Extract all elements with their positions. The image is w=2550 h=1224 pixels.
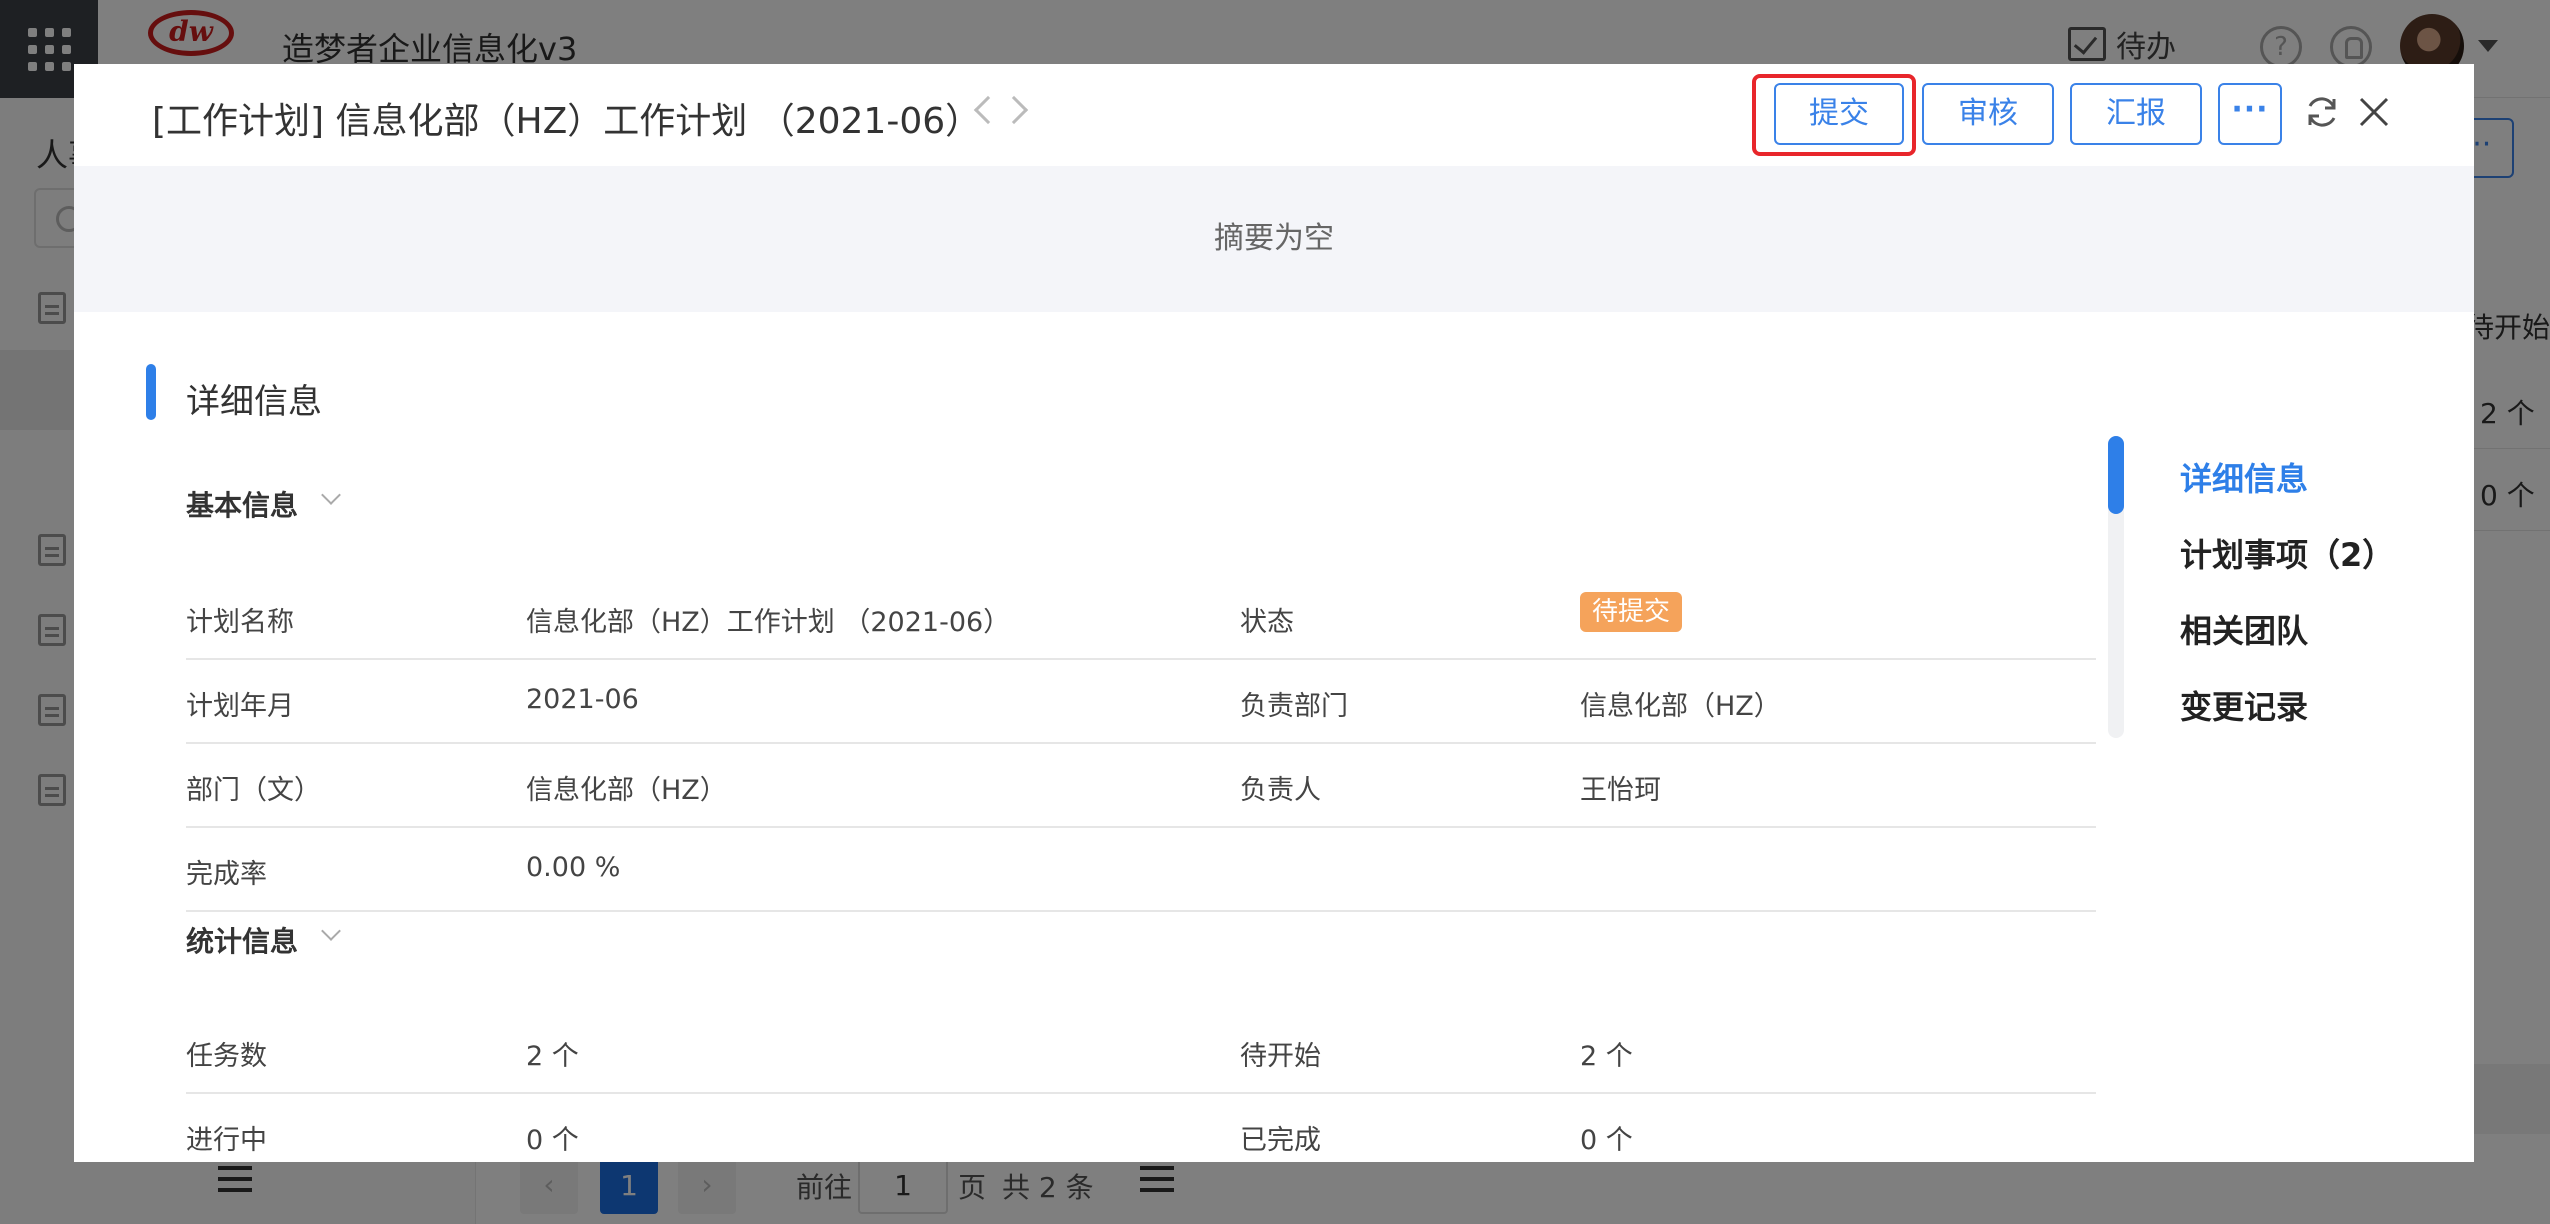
field-value: 2 个 — [1580, 1041, 1633, 1072]
review-button[interactable]: 审核 — [1922, 83, 2054, 145]
field-label: 完成率 — [186, 859, 267, 890]
chevron-right-icon[interactable] — [999, 95, 1029, 125]
table-row: 计划名称 信息化部（HZ）工作计划 （2021-06） 状态 待提交 — [186, 576, 2096, 660]
close-icon[interactable] — [2356, 94, 2392, 130]
field-label: 计划年月 — [186, 691, 294, 722]
field-label: 待开始 — [1240, 1041, 1321, 1072]
field-value: 信息化部（HZ）工作计划 （2021-06） — [526, 607, 1011, 638]
refresh-icon[interactable] — [2304, 94, 2340, 130]
field-label: 负责部门 — [1240, 691, 1348, 722]
field-value: 2021-06 — [526, 684, 639, 715]
field-label: 计划名称 — [186, 607, 294, 638]
field-value: 信息化部（HZ） — [526, 775, 727, 806]
anchor-plan-items[interactable]: 计划事项（2） — [2180, 530, 2394, 576]
field-value: 0 个 — [526, 1125, 579, 1156]
status-badge: 待提交 — [1580, 592, 1683, 632]
anchor-detail-info[interactable]: 详细信息 — [2180, 454, 2308, 500]
field-value: 0.00 % — [526, 852, 621, 883]
stats-info-title[interactable]: 统计信息 — [186, 920, 298, 960]
summary-text: 摘要为空 — [74, 166, 2474, 312]
modal-header: [工作计划] 信息化部（HZ）工作计划 （2021-06） 提交 审核 汇报 ·… — [74, 64, 2474, 166]
table-row: 部门（文） 信息化部（HZ） 负责人 王怡珂 — [186, 744, 2096, 828]
table-row: 计划年月 2021-06 负责部门 信息化部（HZ） — [186, 660, 2096, 744]
field-value: 王怡珂 — [1580, 775, 1661, 806]
plan-detail-modal: [工作计划] 信息化部（HZ）工作计划 （2021-06） 提交 审核 汇报 ·… — [74, 64, 2474, 1162]
table-row: 任务数 2 个 待开始 2 个 — [186, 1010, 2096, 1094]
field-label: 状态 — [1240, 607, 1294, 638]
anchor-indicator — [2108, 436, 2124, 514]
field-value: 0 个 — [1580, 1125, 1633, 1156]
section-marker — [146, 364, 156, 420]
anchor-change-log[interactable]: 变更记录 — [2180, 682, 2308, 728]
modal-title: [工作计划] 信息化部（HZ）工作计划 （2021-06） — [152, 101, 982, 142]
more-button[interactable]: ··· — [2218, 83, 2282, 145]
chevron-down-icon[interactable] — [321, 485, 341, 505]
field-value: 2 个 — [526, 1041, 579, 1072]
table-row: 完成率 0.00 % — [186, 828, 2096, 912]
field-label: 进行中 — [186, 1125, 267, 1156]
report-button[interactable]: 汇报 — [2070, 83, 2202, 145]
highlight-box — [1752, 74, 1916, 156]
field-label: 已完成 — [1240, 1125, 1321, 1156]
field-label: 部门（文） — [186, 775, 321, 806]
basic-info-title[interactable]: 基本信息 — [186, 484, 298, 524]
anchor-related-team[interactable]: 相关团队 — [2180, 606, 2308, 652]
field-label: 任务数 — [186, 1041, 267, 1072]
field-label: 负责人 — [1240, 775, 1321, 806]
table-row: 进行中 0 个 已完成 0 个 — [186, 1094, 2096, 1162]
chevron-down-icon[interactable] — [321, 921, 341, 941]
field-value: 信息化部（HZ） — [1580, 691, 1781, 722]
section-title: 详细信息 — [186, 382, 322, 422]
